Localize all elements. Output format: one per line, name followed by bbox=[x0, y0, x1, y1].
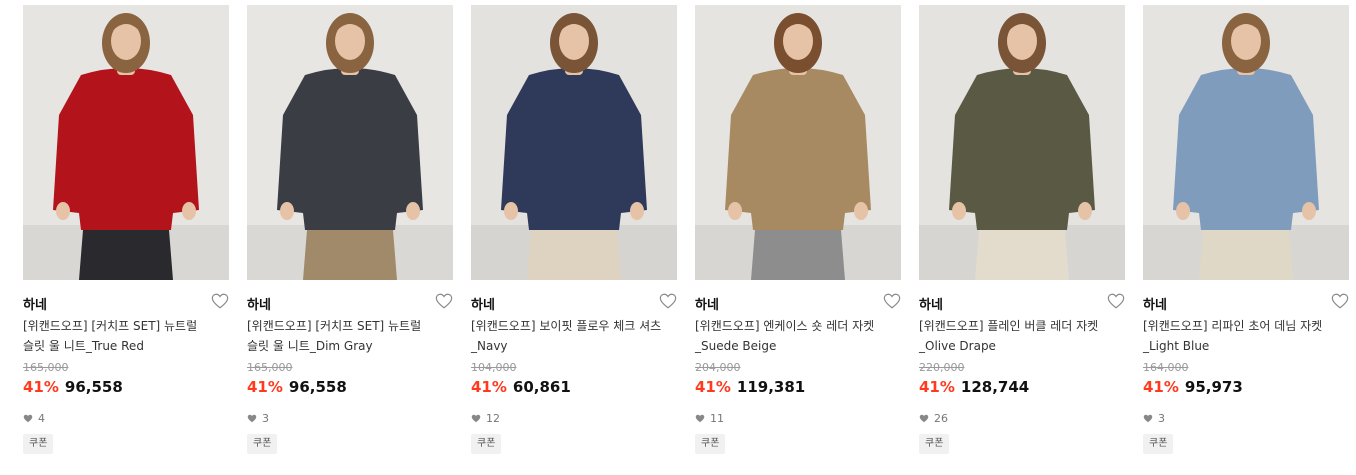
product-title-line2: _Light Blue bbox=[1143, 339, 1210, 353]
original-price: 204,000 bbox=[695, 361, 741, 374]
product-card[interactable]: 하네 [위캔드오프] 리파인 초어 데님 자켓 _Light Blue 164,… bbox=[1143, 0, 1349, 475]
sale-price: 96,558 bbox=[288, 378, 347, 396]
product-image[interactable] bbox=[695, 5, 901, 280]
price-row: 41% 96,558 bbox=[23, 378, 123, 400]
sale-price: 119,381 bbox=[736, 378, 806, 396]
discount-rate: 41% bbox=[23, 378, 59, 396]
product-title-line2: _Suede Beige bbox=[695, 339, 777, 353]
likes-count: 11 bbox=[710, 411, 724, 425]
product-title-line2: _Navy bbox=[471, 339, 508, 353]
product-title[interactable]: [위캔드오프] 보이핏 플로우 체크 셔츠 _Navy bbox=[471, 316, 677, 356]
heart-outline-icon[interactable] bbox=[1331, 292, 1349, 310]
likes: 26 bbox=[919, 410, 948, 426]
brand-row: 하네 bbox=[23, 292, 229, 314]
coupon-badge: 쿠폰 bbox=[23, 434, 54, 454]
product-grid: 하네 [위캔드오프] [커치프 SET] 뉴트럴 슬릿 울 니트_True Re… bbox=[0, 0, 1356, 475]
discount-rate: 41% bbox=[919, 378, 955, 396]
coupon-badge: 쿠폰 bbox=[247, 434, 278, 454]
coupon-badge: 쿠폰 bbox=[1143, 434, 1174, 454]
original-price: 220,000 bbox=[919, 361, 965, 374]
price-row: 41% 60,861 bbox=[471, 378, 571, 400]
heart-filled-icon bbox=[23, 414, 33, 422]
brand-name[interactable]: 하네 bbox=[695, 294, 719, 313]
product-title[interactable]: [위캔드오프] 리파인 초어 데님 자켓 _Light Blue bbox=[1143, 316, 1349, 356]
product-title[interactable]: [위캔드오프] [커치프 SET] 뉴트럴 슬릿 울 니트_Dim Gray bbox=[247, 316, 453, 356]
likes: 11 bbox=[695, 410, 724, 426]
brand-name[interactable]: 하네 bbox=[919, 294, 943, 313]
brand-row: 하네 bbox=[695, 292, 901, 314]
discount-rate: 41% bbox=[471, 378, 507, 396]
original-price: 165,000 bbox=[247, 361, 293, 374]
product-image[interactable] bbox=[23, 5, 229, 280]
heart-outline-icon[interactable] bbox=[883, 292, 901, 310]
product-card[interactable]: 하네 [위캔드오프] 플레인 버클 레더 자켓 _Olive Drape 220… bbox=[919, 0, 1125, 475]
sale-price: 60,861 bbox=[512, 378, 571, 396]
product-title-line1: [위캔드오프] 플레인 버클 레더 자켓 bbox=[919, 319, 1099, 333]
product-card[interactable]: 하네 [위캔드오프] [커치프 SET] 뉴트럴 슬릿 울 니트_True Re… bbox=[23, 0, 229, 475]
original-price: 165,000 bbox=[23, 361, 69, 374]
original-price: 104,000 bbox=[471, 361, 517, 374]
likes: 12 bbox=[471, 410, 500, 426]
brand-row: 하네 bbox=[919, 292, 1125, 314]
likes: 3 bbox=[1143, 410, 1165, 426]
price-row: 41% 95,973 bbox=[1143, 378, 1243, 400]
discount-rate: 41% bbox=[1143, 378, 1179, 396]
coupon-badge: 쿠폰 bbox=[919, 434, 950, 454]
brand-name[interactable]: 하네 bbox=[471, 294, 495, 313]
price-row: 41% 128,744 bbox=[919, 378, 1029, 400]
brand-row: 하네 bbox=[1143, 292, 1349, 314]
heart-filled-icon bbox=[695, 414, 705, 422]
product-title-line1: [위캔드오프] 리파인 초어 데님 자켓 bbox=[1143, 319, 1323, 333]
heart-outline-icon[interactable] bbox=[659, 292, 677, 310]
discount-rate: 41% bbox=[247, 378, 283, 396]
product-title-line1: [위캔드오프] [커치프 SET] 뉴트럴 bbox=[247, 319, 422, 333]
product-title-line1: [위캔드오프] 보이핏 플로우 체크 셔츠 bbox=[471, 319, 662, 333]
heart-filled-icon bbox=[247, 414, 257, 422]
product-image[interactable] bbox=[471, 5, 677, 280]
likes-count: 3 bbox=[262, 411, 269, 425]
product-title-line1: [위캔드오프] [커치프 SET] 뉴트럴 bbox=[23, 319, 198, 333]
coupon-badge: 쿠폰 bbox=[471, 434, 502, 454]
heart-filled-icon bbox=[919, 414, 929, 422]
brand-row: 하네 bbox=[247, 292, 453, 314]
brand-name[interactable]: 하네 bbox=[23, 294, 47, 313]
heart-filled-icon bbox=[471, 414, 481, 422]
heart-outline-icon[interactable] bbox=[1107, 292, 1125, 310]
price-row: 41% 96,558 bbox=[247, 378, 347, 400]
product-title-line2: _Olive Drape bbox=[919, 339, 996, 353]
likes-count: 26 bbox=[934, 411, 948, 425]
product-title[interactable]: [위캔드오프] 엔케이스 숏 레더 자켓 _Suede Beige bbox=[695, 316, 901, 356]
heart-filled-icon bbox=[1143, 414, 1153, 422]
sale-price: 96,558 bbox=[64, 378, 123, 396]
sale-price: 128,744 bbox=[960, 378, 1030, 396]
product-title-line2: 슬릿 울 니트_Dim Gray bbox=[247, 339, 373, 353]
brand-name[interactable]: 하네 bbox=[1143, 294, 1167, 313]
product-image[interactable] bbox=[919, 5, 1125, 280]
product-title[interactable]: [위캔드오프] 플레인 버클 레더 자켓 _Olive Drape bbox=[919, 316, 1125, 356]
coupon-badge: 쿠폰 bbox=[695, 434, 726, 454]
product-title-line2: 슬릿 울 니트_True Red bbox=[23, 339, 144, 353]
product-title[interactable]: [위캔드오프] [커치프 SET] 뉴트럴 슬릿 울 니트_True Red bbox=[23, 316, 229, 356]
product-card[interactable]: 하네 [위캔드오프] 보이핏 플로우 체크 셔츠 _Navy 104,000 4… bbox=[471, 0, 677, 475]
likes-count: 4 bbox=[38, 411, 45, 425]
heart-outline-icon[interactable] bbox=[211, 292, 229, 310]
likes: 4 bbox=[23, 410, 45, 426]
product-image[interactable] bbox=[247, 5, 453, 280]
product-card[interactable]: 하네 [위캔드오프] 엔케이스 숏 레더 자켓 _Suede Beige 204… bbox=[695, 0, 901, 475]
product-card[interactable]: 하네 [위캔드오프] [커치프 SET] 뉴트럴 슬릿 울 니트_Dim Gra… bbox=[247, 0, 453, 475]
likes-count: 3 bbox=[1158, 411, 1165, 425]
price-row: 41% 119,381 bbox=[695, 378, 805, 400]
discount-rate: 41% bbox=[695, 378, 731, 396]
likes: 3 bbox=[247, 410, 269, 426]
product-image[interactable] bbox=[1143, 5, 1349, 280]
original-price: 164,000 bbox=[1143, 361, 1189, 374]
heart-outline-icon[interactable] bbox=[435, 292, 453, 310]
brand-name[interactable]: 하네 bbox=[247, 294, 271, 313]
product-title-line1: [위캔드오프] 엔케이스 숏 레더 자켓 bbox=[695, 319, 875, 333]
brand-row: 하네 bbox=[471, 292, 677, 314]
likes-count: 12 bbox=[486, 411, 500, 425]
sale-price: 95,973 bbox=[1184, 378, 1243, 396]
